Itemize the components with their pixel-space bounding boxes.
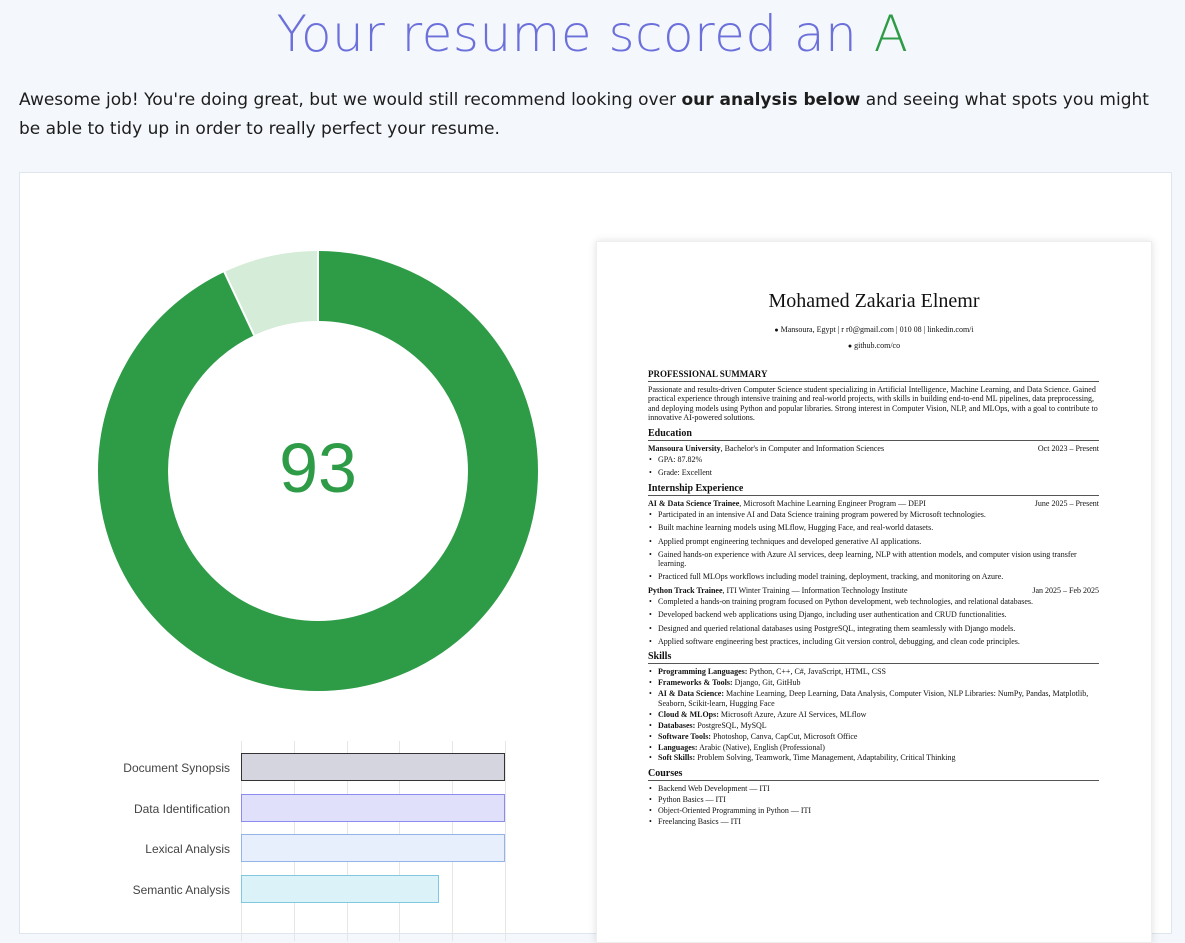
skill-key: Software Tools: bbox=[658, 731, 711, 741]
skill-key: Languages: bbox=[658, 742, 698, 752]
title-text: Your resume scored an bbox=[276, 5, 874, 63]
skill-key: Soft Skills: bbox=[658, 753, 696, 763]
bar-data-identification bbox=[241, 793, 505, 822]
skill-key: Frameworks & Tools: bbox=[658, 677, 733, 687]
list-item: Freelancing Basics — ITI bbox=[649, 817, 1099, 827]
bar-document-synopsis bbox=[241, 753, 505, 781]
list-item: Databases: PostgreSQL, MySQL bbox=[649, 720, 1099, 731]
section-heading: Internship Experience bbox=[648, 484, 1099, 496]
skill-value: Django, Git, GitHub bbox=[732, 677, 801, 687]
skill-value: Photoshop, Canva, CapCut, Microsoft Offi… bbox=[710, 731, 858, 741]
skill-value: Arabic (Native), English (Professional) bbox=[697, 742, 825, 752]
list-item: Developed backend web applications using… bbox=[649, 610, 1099, 620]
bar-label: Document Synopsis bbox=[123, 761, 230, 775]
skill-value: Microsoft Azure, Azure AI Services, MLfl… bbox=[718, 709, 867, 719]
job-role: Python Track Trainee bbox=[648, 585, 723, 595]
job-points: Completed a hands-on training program fo… bbox=[648, 597, 1099, 646]
list-item: Software Tools: Photoshop, Canva, CapCut… bbox=[649, 731, 1099, 742]
list-item: Built machine learning models using MLfl… bbox=[649, 523, 1099, 533]
list-item: GPA: 87.82% bbox=[649, 455, 1099, 465]
list-item: Completed a hands-on training program fo… bbox=[649, 597, 1099, 607]
score-value: 93 bbox=[279, 429, 357, 507]
edu-entry: Mansoura University, Bachelor's in Compu… bbox=[648, 444, 884, 454]
resume-contact: ● Mansoura, Egypt | r r0@gmail.com | 010… bbox=[597, 322, 1151, 354]
grid-line bbox=[505, 741, 506, 941]
edu-degree: , Bachelor's in Computer and Information… bbox=[720, 443, 885, 453]
skill-key: Databases: bbox=[658, 720, 696, 730]
category-bar-chart: Document Synopsis Data Identification Lexi… bbox=[20, 741, 520, 941]
resume-body: PROFESSIONAL SUMMARY Passionate and resu… bbox=[648, 364, 1099, 828]
job-points: Participated in an intensive AI and Data… bbox=[648, 510, 1099, 582]
intro-bold: our analysis below bbox=[681, 90, 861, 110]
contact-line: github.com/co bbox=[854, 341, 901, 350]
list-item: Practiced full MLOps workflows including… bbox=[649, 572, 1099, 582]
edu-date: Oct 2023 – Present bbox=[1037, 443, 1099, 453]
skill-key: AI & Data Science: bbox=[658, 688, 724, 698]
bar-lexical-analysis bbox=[241, 834, 505, 862]
list-item: Applied software engineering best practi… bbox=[649, 637, 1099, 647]
list-item: Object-Oriented Programming in Python — … bbox=[649, 806, 1099, 816]
edu-row: Mansoura University, Bachelor's in Compu… bbox=[648, 444, 1099, 454]
list-item: AI & Data Science: Machine Learning, Dee… bbox=[649, 688, 1099, 708]
list-item: Cloud & MLOps: Microsoft Azure, Azure AI… bbox=[649, 709, 1099, 720]
resume-preview: Mohamed Zakaria Elnemr ● Mansoura, Egypt… bbox=[596, 241, 1152, 943]
bar-label: Data Identification bbox=[133, 801, 230, 816]
list-item: Languages: Arabic (Native), English (Pro… bbox=[649, 742, 1099, 753]
section-heading: PROFESSIONAL SUMMARY bbox=[648, 369, 1099, 382]
skill-value: PostgreSQL, MySQL bbox=[695, 720, 767, 730]
skill-key: Cloud & MLOps: bbox=[658, 709, 719, 719]
edu-school: Mansoura University bbox=[648, 443, 721, 453]
page-title: Your resume scored an A bbox=[0, 0, 1185, 68]
skill-value: Problem Solving, Teamwork, Time Manageme… bbox=[695, 753, 956, 763]
section-heading: Education bbox=[648, 429, 1099, 441]
location-icon: ● bbox=[774, 326, 779, 334]
job-date: Jan 2025 – Feb 2025 bbox=[1032, 585, 1099, 595]
list-item: Soft Skills: Problem Solving, Teamwork, … bbox=[649, 753, 1099, 763]
job-row: Python Track Trainee, ITI Winter Trainin… bbox=[648, 586, 1099, 596]
github-icon: ● bbox=[847, 342, 853, 350]
bar-semantic-analysis bbox=[241, 874, 439, 903]
contact-line: Mansoura, Egypt | r r0@gmail.com | 010 0… bbox=[780, 325, 974, 334]
section-heading: Skills bbox=[648, 652, 1099, 664]
list-item: Programming Languages: Python, C++, C#, … bbox=[649, 667, 1099, 677]
resume-name: Mohamed Zakaria Elnemr bbox=[768, 290, 980, 312]
list-item: Frameworks & Tools: Django, Git, GitHub bbox=[649, 677, 1099, 688]
job-date: June 2025 – Present bbox=[1034, 498, 1099, 508]
skill-value: Python, C++, C#, JavaScript, HTML, CSS bbox=[747, 667, 886, 676]
list-item: Backend Web Development — ITI bbox=[649, 784, 1099, 794]
intro-text: Awesome job! You're doing great, but we … bbox=[19, 86, 1174, 144]
job-entry: AI & Data Science Trainee, Microsoft Mac… bbox=[648, 499, 926, 509]
list-item: Python Basics — ITI bbox=[649, 795, 1099, 805]
section-heading: Courses bbox=[648, 769, 1099, 781]
skills-list: Programming Languages: Python, C++, C#, … bbox=[648, 667, 1099, 763]
job-org: , ITI Winter Training — Information Tech… bbox=[722, 585, 908, 595]
list-item: Designed and queried relational database… bbox=[649, 624, 1099, 634]
edu-list: GPA: 87.82% Grade: Excellent bbox=[648, 455, 1099, 478]
intro-part: Awesome job! You're doing great, but we … bbox=[19, 90, 682, 110]
summary-text: Passionate and results-driven Computer S… bbox=[648, 384, 1098, 423]
job-entry: Python Track Trainee, ITI Winter Trainin… bbox=[648, 586, 908, 596]
list-item: Gained hands-on experience with Azure AI… bbox=[649, 550, 1099, 569]
job-org: , Microsoft Machine Learning Engineer Pr… bbox=[739, 498, 926, 508]
list-item: Participated in an intensive AI and Data… bbox=[649, 510, 1099, 520]
list-item: Grade: Excellent bbox=[649, 468, 1099, 478]
bar-label: Lexical Analysis bbox=[145, 842, 230, 856]
job-role: AI & Data Science Trainee bbox=[648, 498, 740, 508]
list-item: Applied prompt engineering techniques an… bbox=[649, 537, 1099, 547]
grade-letter: A bbox=[873, 5, 909, 63]
analysis-card: 93 Document Synopsis Data Identification L… bbox=[19, 172, 1172, 943]
skill-key: Programming Languages: bbox=[658, 667, 748, 676]
bar-label: Semantic Analysis bbox=[132, 882, 230, 897]
courses-list: Backend Web Development — ITIPython Basi… bbox=[648, 784, 1099, 827]
job-row: AI & Data Science Trainee, Microsoft Mac… bbox=[648, 499, 1099, 509]
